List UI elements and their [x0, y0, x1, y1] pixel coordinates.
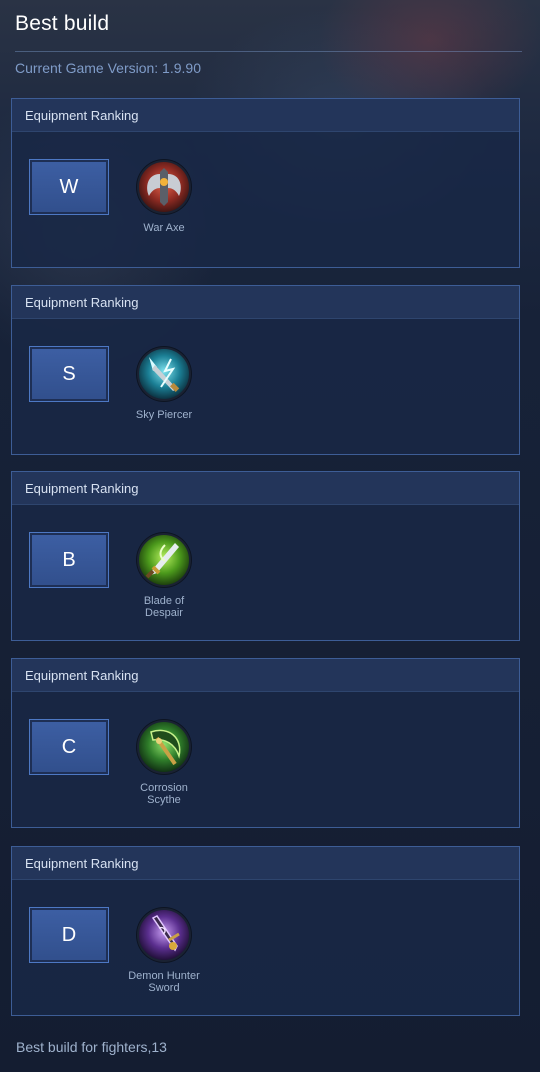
card-header: Equipment Ranking	[12, 847, 519, 880]
equipment-ranking-card: Equipment Ranking W War Axe	[11, 98, 520, 268]
game-version-text: Current Game Version: 1.9.90	[15, 60, 201, 76]
equipment-ranking-card: Equipment Ranking D Demon Hunter Sword	[11, 846, 520, 1016]
item-war-axe[interactable]: War Axe	[126, 158, 202, 234]
sky-piercer-icon	[136, 346, 192, 402]
card-header: Equipment Ranking	[12, 659, 519, 692]
war-axe-icon	[136, 159, 192, 215]
corrosion-scythe-icon	[136, 719, 192, 775]
card-title: Equipment Ranking	[25, 108, 139, 123]
rank-badge[interactable]: S	[29, 346, 109, 402]
item-corrosion-scythe[interactable]: Corrosion Scythe	[126, 718, 202, 806]
card-title: Equipment Ranking	[25, 668, 139, 683]
item-blade-of-despair[interactable]: Blade of Despair	[126, 531, 202, 619]
card-title: Equipment Ranking	[25, 295, 139, 310]
footer-text: Best build for fighters,13	[16, 1039, 167, 1055]
item-demon-hunter-sword[interactable]: Demon Hunter Sword	[126, 906, 202, 994]
page-header: Best build Current Game Version: 1.9.90	[0, 0, 540, 98]
equipment-ranking-card: Equipment Ranking S Sky Piercer	[11, 285, 520, 455]
rank-badge[interactable]: W	[29, 159, 109, 215]
card-header: Equipment Ranking	[12, 472, 519, 505]
page-title: Best build	[15, 12, 110, 35]
item-name: War Axe	[143, 222, 185, 234]
item-name: Blade of Despair	[143, 595, 185, 619]
header-divider	[15, 51, 522, 52]
item-name: Demon Hunter Sword	[128, 970, 200, 994]
rank-badge[interactable]: B	[29, 532, 109, 588]
rank-badge[interactable]: D	[29, 907, 109, 963]
demon-hunter-sword-icon	[136, 907, 192, 963]
equipment-ranking-card: Equipment Ranking C Corrosion Scythe	[11, 658, 520, 828]
card-title: Equipment Ranking	[25, 856, 139, 871]
card-header: Equipment Ranking	[12, 99, 519, 132]
equipment-ranking-card: Equipment Ranking B Blade of Despair	[11, 471, 520, 641]
blade-of-despair-icon	[136, 532, 192, 588]
card-title: Equipment Ranking	[25, 481, 139, 496]
rank-badge[interactable]: C	[29, 719, 109, 775]
item-name: Sky Piercer	[135, 409, 193, 421]
card-header: Equipment Ranking	[12, 286, 519, 319]
item-sky-piercer[interactable]: Sky Piercer	[126, 345, 202, 421]
item-name: Corrosion Scythe	[140, 782, 188, 806]
